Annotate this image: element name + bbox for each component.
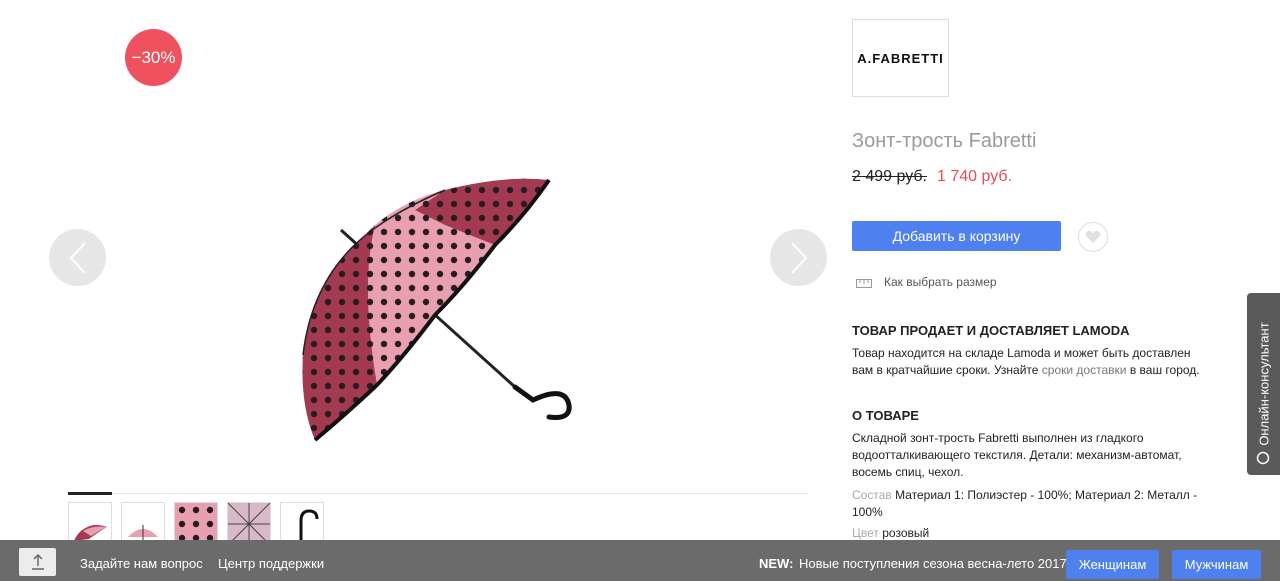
- prev-image-button[interactable]: [49, 229, 106, 286]
- online-consultant-label: Онлайн-консультант: [1256, 322, 1271, 446]
- arrow-up-icon: [31, 554, 44, 570]
- discount-badge: −30%: [125, 29, 182, 86]
- men-button[interactable]: Мужчинам: [1172, 550, 1261, 579]
- composition-label: Состав: [852, 488, 892, 502]
- umbrella-thumbnail-image: [128, 525, 158, 543]
- delivery-text-end: в ваш город.: [1126, 363, 1200, 377]
- thumbnail-divider: [68, 493, 808, 494]
- add-to-cart-button[interactable]: Добавить в корзину: [852, 221, 1061, 251]
- umbrella-inside-thumbnail-image: [228, 503, 270, 545]
- chevron-left-icon: [69, 241, 86, 274]
- chat-icon: [1256, 451, 1270, 465]
- size-guide-link[interactable]: Как выбрать размер: [884, 275, 997, 289]
- product-description: Складной зонт-трость Fabretti выполнен и…: [852, 431, 1182, 479]
- delivery-heading: ТОВАР ПРОДАЕТ И ДОСТАВЛЯЕТ LAMODA: [852, 323, 1130, 338]
- support-center-link[interactable]: Центр поддержки: [218, 556, 324, 571]
- scroll-to-top-button[interactable]: [19, 548, 56, 576]
- next-image-button[interactable]: [770, 229, 827, 286]
- handle-thumbnail-image: [299, 509, 319, 545]
- delivery-times-link[interactable]: сроки доставки: [1042, 363, 1127, 377]
- product-title: Зонт-трость Fabretti: [852, 130, 1037, 152]
- sale-price: 1 740 руб.: [937, 168, 1012, 185]
- ruler-icon: [856, 279, 872, 288]
- old-price: 2 499 руб.: [852, 168, 927, 185]
- about-heading: О ТОВАРЕ: [852, 408, 919, 423]
- brand-logo[interactable]: A.FABRETTI: [852, 19, 949, 97]
- new-arrivals-link[interactable]: Новые поступления сезона весна-лето 2017…: [799, 556, 1070, 571]
- color-value: розовый: [882, 526, 930, 540]
- online-consultant-tab[interactable]: Онлайн-консультант: [1247, 293, 1280, 475]
- chevron-right-icon: [790, 241, 807, 274]
- ask-question-link[interactable]: Задайте нам вопрос: [80, 556, 203, 571]
- new-label: NEW:: [759, 556, 794, 571]
- product-main-image: [302, 178, 572, 442]
- color-label: Цвет: [852, 526, 879, 540]
- umbrella-thumbnail-image: [74, 525, 107, 541]
- fabric-thumbnail-image: [175, 503, 217, 545]
- favorite-button[interactable]: [1078, 222, 1108, 252]
- delivery-text: Товар находится на складе Lamoda и может…: [852, 345, 1212, 379]
- heart-icon: [1085, 230, 1101, 243]
- composition-value: Материал 1: Полиэстер - 100%; Материал 2…: [852, 488, 1198, 519]
- composition: Состав Материал 1: Полиэстер - 100%; Мат…: [852, 487, 1212, 521]
- thumbnail-active-indicator: [68, 492, 112, 495]
- women-button[interactable]: Женщинам: [1066, 550, 1159, 579]
